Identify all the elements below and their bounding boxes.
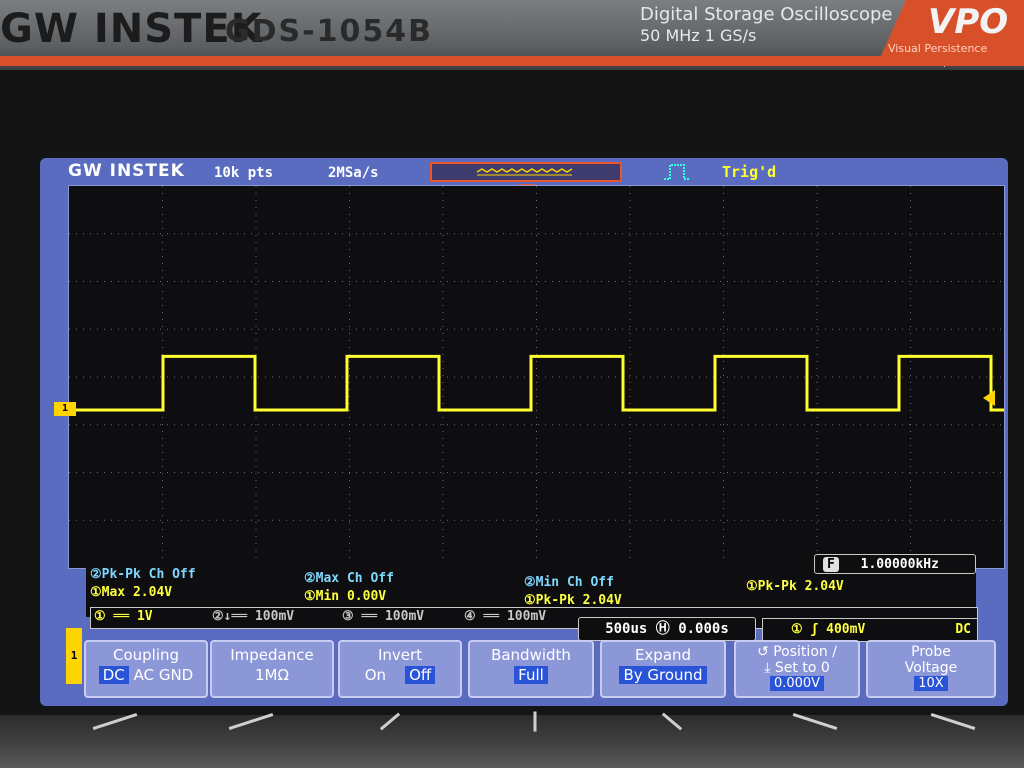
coupling-title: Coupling [112, 646, 180, 664]
measurement-ch2-min: ②Min Ch Off [524, 575, 614, 590]
trigger-status: Trig'd [722, 163, 777, 181]
vpo-logo: VPO [928, 2, 1009, 42]
probe-value: 10X [914, 676, 948, 691]
probe-title: Probe [911, 644, 951, 660]
bandwidth-softkey[interactable]: Bandwidth Full [468, 640, 594, 698]
probe-subtitle: Voltage [904, 660, 958, 676]
instrument-bezel-bottom [0, 715, 1024, 768]
coupling-gnd[interactable]: GND [159, 666, 193, 684]
waveform-display [68, 185, 1005, 569]
position-subtitle: ⤓ Set to 0 [764, 660, 830, 676]
graticule [69, 186, 1004, 568]
trigger-readout: ① ʃ 400mV DC [762, 618, 978, 642]
softkey-indicator [533, 711, 537, 732]
measurement-ch2-max: ②Max Ch Off [304, 571, 394, 586]
position-softkey[interactable]: ↺ Position / ⤓ Set to 0 0.000V [734, 640, 860, 698]
accent-strip [0, 56, 1024, 66]
ch4-scale: ④ ══ 100mV [464, 609, 547, 624]
model-label: GDS-1054B [225, 14, 433, 49]
bandwidth-value: Full [514, 666, 548, 684]
expand-title: Expand [634, 646, 692, 664]
record-length: 10k pts [214, 165, 274, 181]
trigger-coupling: DC [955, 622, 971, 637]
ch1-waveform-trace [69, 354, 1004, 412]
probe-softkey[interactable]: Probe Voltage 10X [866, 640, 996, 698]
invert-off[interactable]: Off [405, 666, 436, 684]
measurement-ch2-pkpk: ②Pk-Pk Ch Off [90, 567, 196, 582]
invert-title: Invert [377, 646, 423, 664]
position-title: ↺ Position / [757, 644, 837, 660]
ch1-scale: ① ══ 1V [94, 609, 153, 624]
expand-value: By Ground [619, 666, 707, 684]
screen-logo: GW INSTEK [68, 161, 185, 181]
impedance-value: 1MΩ [255, 666, 289, 684]
frequency-counter: F 1.00000kHz [814, 554, 976, 574]
ch1-ground-marker: 1 [54, 402, 76, 416]
coupling-dc[interactable]: DC [98, 666, 129, 684]
top-status-bar: GW INSTEK 10k pts 2MSa/s Trig'd [40, 158, 1008, 186]
invert-on[interactable]: On [365, 666, 386, 684]
channel-menu-tab: 1 [66, 628, 82, 684]
oscilloscope-screen: GW INSTEK 10k pts 2MSa/s Trig'd 1 ②Pk-Pk… [40, 158, 1008, 706]
coupling-ac[interactable]: AC [134, 666, 154, 684]
measurement-ch1-min: ①Min 0.00V [304, 589, 387, 604]
description-line-2: 50 MHz 1 GS/s [640, 26, 757, 45]
ch2-scale: ②↓══ 100mV [212, 609, 295, 624]
frequency-value: 1.00000kHz [860, 557, 939, 572]
invert-softkey[interactable]: Invert On Off [338, 640, 462, 698]
brand-logo: GW INSTEK [0, 6, 263, 52]
expand-softkey[interactable]: Expand By Ground [600, 640, 726, 698]
impedance-softkey[interactable]: Impedance 1MΩ [210, 640, 334, 698]
frequency-icon: F [823, 557, 839, 572]
position-value: 0.000V [769, 676, 825, 691]
coupling-options: DC AC GND [86, 666, 206, 684]
sample-rate: 2MSa/s [328, 165, 379, 181]
memory-waveform-icon [476, 168, 573, 176]
ch3-scale: ③ ══ 100mV [342, 609, 425, 624]
rising-edge-icon [662, 163, 692, 185]
trigger-setting: ① ʃ 400mV [791, 622, 866, 637]
coupling-softkey[interactable]: Coupling DC AC GND [84, 640, 208, 698]
memory-position-bar [430, 162, 622, 182]
trigger-level-marker [983, 390, 995, 406]
measurement-ch1-max: ①Max 2.04V [90, 585, 173, 600]
impedance-title: Impedance [230, 646, 314, 664]
bandwidth-title: Bandwidth [491, 646, 571, 664]
description-line-1: Digital Storage Oscilloscope [640, 4, 893, 25]
measurement-ch1-pkpk: ①Pk-Pk 2.04V [524, 593, 622, 608]
timebase-readout: 500us Ⓗ 0.000s [578, 617, 756, 641]
measurement-ch1-pkpk-alt: ①Pk-Pk 2.04V [746, 579, 844, 594]
